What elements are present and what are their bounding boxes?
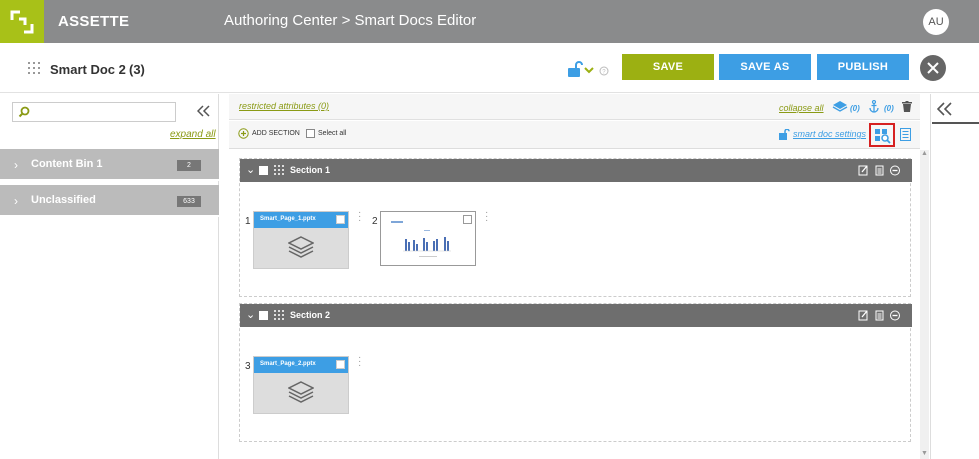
doc-title: Smart Doc 2 xyxy=(50,62,126,77)
add-section-button[interactable]: ADD SECTION xyxy=(252,130,300,137)
section-checkbox[interactable] xyxy=(259,166,268,175)
page-number: 2 xyxy=(372,216,378,227)
bin-unclassified[interactable]: › Unclassified 633 xyxy=(0,185,219,217)
page-menu-icon[interactable]: · · · xyxy=(485,208,488,226)
drag-handle-icon[interactable] xyxy=(274,165,284,175)
page-checkbox[interactable] xyxy=(463,215,472,224)
avatar[interactable]: AU xyxy=(923,9,949,35)
chart-thumbnail-image xyxy=(391,221,451,257)
restricted-attributes-link[interactable]: restricted attributes (0) xyxy=(239,101,329,111)
section-header: ⌄ Section 1 xyxy=(240,159,912,182)
trash-icon[interactable] xyxy=(902,101,912,112)
preview-button[interactable] xyxy=(869,123,895,147)
collapse-all-link[interactable]: collapse all xyxy=(779,103,824,113)
bin-content-bin-1[interactable]: › Content Bin 1 2 xyxy=(0,149,219,181)
page-checkbox[interactable] xyxy=(336,215,345,224)
page-number: 1 xyxy=(245,216,251,227)
select-all-label: Select all xyxy=(318,130,347,137)
breadcrumb: Authoring Center > Smart Docs Editor xyxy=(224,12,477,29)
doc-page-count: (3) xyxy=(129,62,145,77)
close-button[interactable] xyxy=(920,55,946,81)
section-title: Section 1 xyxy=(290,165,331,175)
search-field[interactable] xyxy=(12,102,176,122)
section-toolbar: ADD SECTION Select all smart doc setting… xyxy=(229,121,920,149)
page-card-header: Smart_Page_2.pptx xyxy=(254,357,348,373)
unlock-icon xyxy=(779,129,790,140)
section-2: ⌄ Section 2 3 Smart_Page_2.pptx · · · xyxy=(239,303,912,442)
bin-label: Unclassified xyxy=(31,194,96,206)
edit-icon xyxy=(858,310,868,321)
drag-handle-icon[interactable] xyxy=(274,310,284,320)
section-tools xyxy=(858,165,900,176)
search-icon xyxy=(18,106,30,118)
scroll-up-arrow[interactable]: ▲ xyxy=(921,150,928,157)
notes-icon xyxy=(875,310,884,321)
add-circle-icon[interactable] xyxy=(238,128,249,139)
page-card[interactable]: Smart_Page_1.pptx xyxy=(253,211,349,269)
page-checkbox[interactable] xyxy=(336,360,345,369)
close-icon xyxy=(927,62,939,74)
scrollbar[interactable] xyxy=(920,150,929,459)
preview-search-icon xyxy=(875,129,891,144)
collapse-section-icon xyxy=(890,310,900,321)
chevron-right-icon: › xyxy=(14,194,18,208)
select-all-checkbox[interactable] xyxy=(306,129,315,138)
page-card-header: Smart_Page_1.pptx xyxy=(254,212,348,228)
top-bar: ASSETTE Authoring Center > Smart Docs Ed… xyxy=(0,0,979,43)
list-view-icon[interactable] xyxy=(900,128,911,141)
notes-icon xyxy=(875,165,884,176)
layers-placeholder-icon xyxy=(288,381,314,403)
section-header: ⌄ Section 2 xyxy=(240,304,912,327)
page-number: 3 xyxy=(245,361,251,372)
content-bins-panel: expand all › Content Bin 1 2 › Unclassif… xyxy=(0,94,219,459)
collapse-panel-icon[interactable] xyxy=(197,105,211,117)
bin-count-badge: 2 xyxy=(177,160,201,171)
publish-button[interactable]: PUBLISH xyxy=(817,54,909,80)
page-card[interactable]: Smart_Page_2.pptx xyxy=(253,356,349,414)
chevron-down-icon[interactable]: ⌄ xyxy=(246,308,255,321)
page-menu-icon[interactable]: · · · xyxy=(358,353,361,371)
anchor-count: (0) xyxy=(884,104,894,113)
expand-panel-icon[interactable] xyxy=(937,102,953,116)
layers-placeholder-icon xyxy=(288,236,314,258)
doc-header: Smart Doc 2 (3) ? SAVE SAVE AS PUBLISH xyxy=(0,43,979,93)
save-button[interactable]: SAVE xyxy=(622,54,714,80)
right-panel xyxy=(930,94,979,459)
section-title: Section 2 xyxy=(290,310,331,320)
lock-menu[interactable]: ? xyxy=(566,61,612,79)
attributes-toolbar: restricted attributes (0) collapse all (… xyxy=(229,94,920,120)
unlock-icon xyxy=(568,61,583,77)
app-name: ASSETTE xyxy=(58,13,130,30)
page-thumbnail[interactable] xyxy=(380,211,476,266)
smart-doc-settings-link[interactable]: smart doc settings xyxy=(793,129,866,139)
chevron-right-icon: › xyxy=(14,158,18,172)
panel-divider xyxy=(932,122,979,124)
expand-all-link[interactable]: expand all xyxy=(170,129,216,140)
page-file-name: Smart_Page_1.pptx xyxy=(260,216,316,222)
app-logo[interactable] xyxy=(0,0,44,43)
page-menu-icon[interactable]: · · · xyxy=(358,208,361,226)
chevron-down-icon[interactable]: ⌄ xyxy=(246,163,255,176)
layers-icon[interactable] xyxy=(832,100,848,112)
save-as-button[interactable]: SAVE AS xyxy=(719,54,811,80)
scroll-down-arrow[interactable]: ▼ xyxy=(921,450,928,457)
chevron-down-icon xyxy=(584,67,594,74)
page-file-name: Smart_Page_2.pptx xyxy=(260,361,316,367)
section-checkbox[interactable] xyxy=(259,311,268,320)
search-input[interactable] xyxy=(33,105,171,119)
bin-count-badge: 633 xyxy=(177,196,201,207)
logo-icon xyxy=(10,10,34,34)
collapse-section-icon xyxy=(890,165,900,176)
help-icon: ? xyxy=(599,66,609,76)
section-1: ⌄ Section 1 1 Smart_Page_1.pptx ··· 2 xyxy=(239,158,912,297)
grip-icon xyxy=(28,62,40,74)
section-tools xyxy=(858,310,900,321)
layers-count: (0) xyxy=(850,104,860,113)
bin-label: Content Bin 1 xyxy=(31,158,103,170)
edit-icon xyxy=(858,165,868,176)
anchor-icon[interactable] xyxy=(868,100,880,113)
